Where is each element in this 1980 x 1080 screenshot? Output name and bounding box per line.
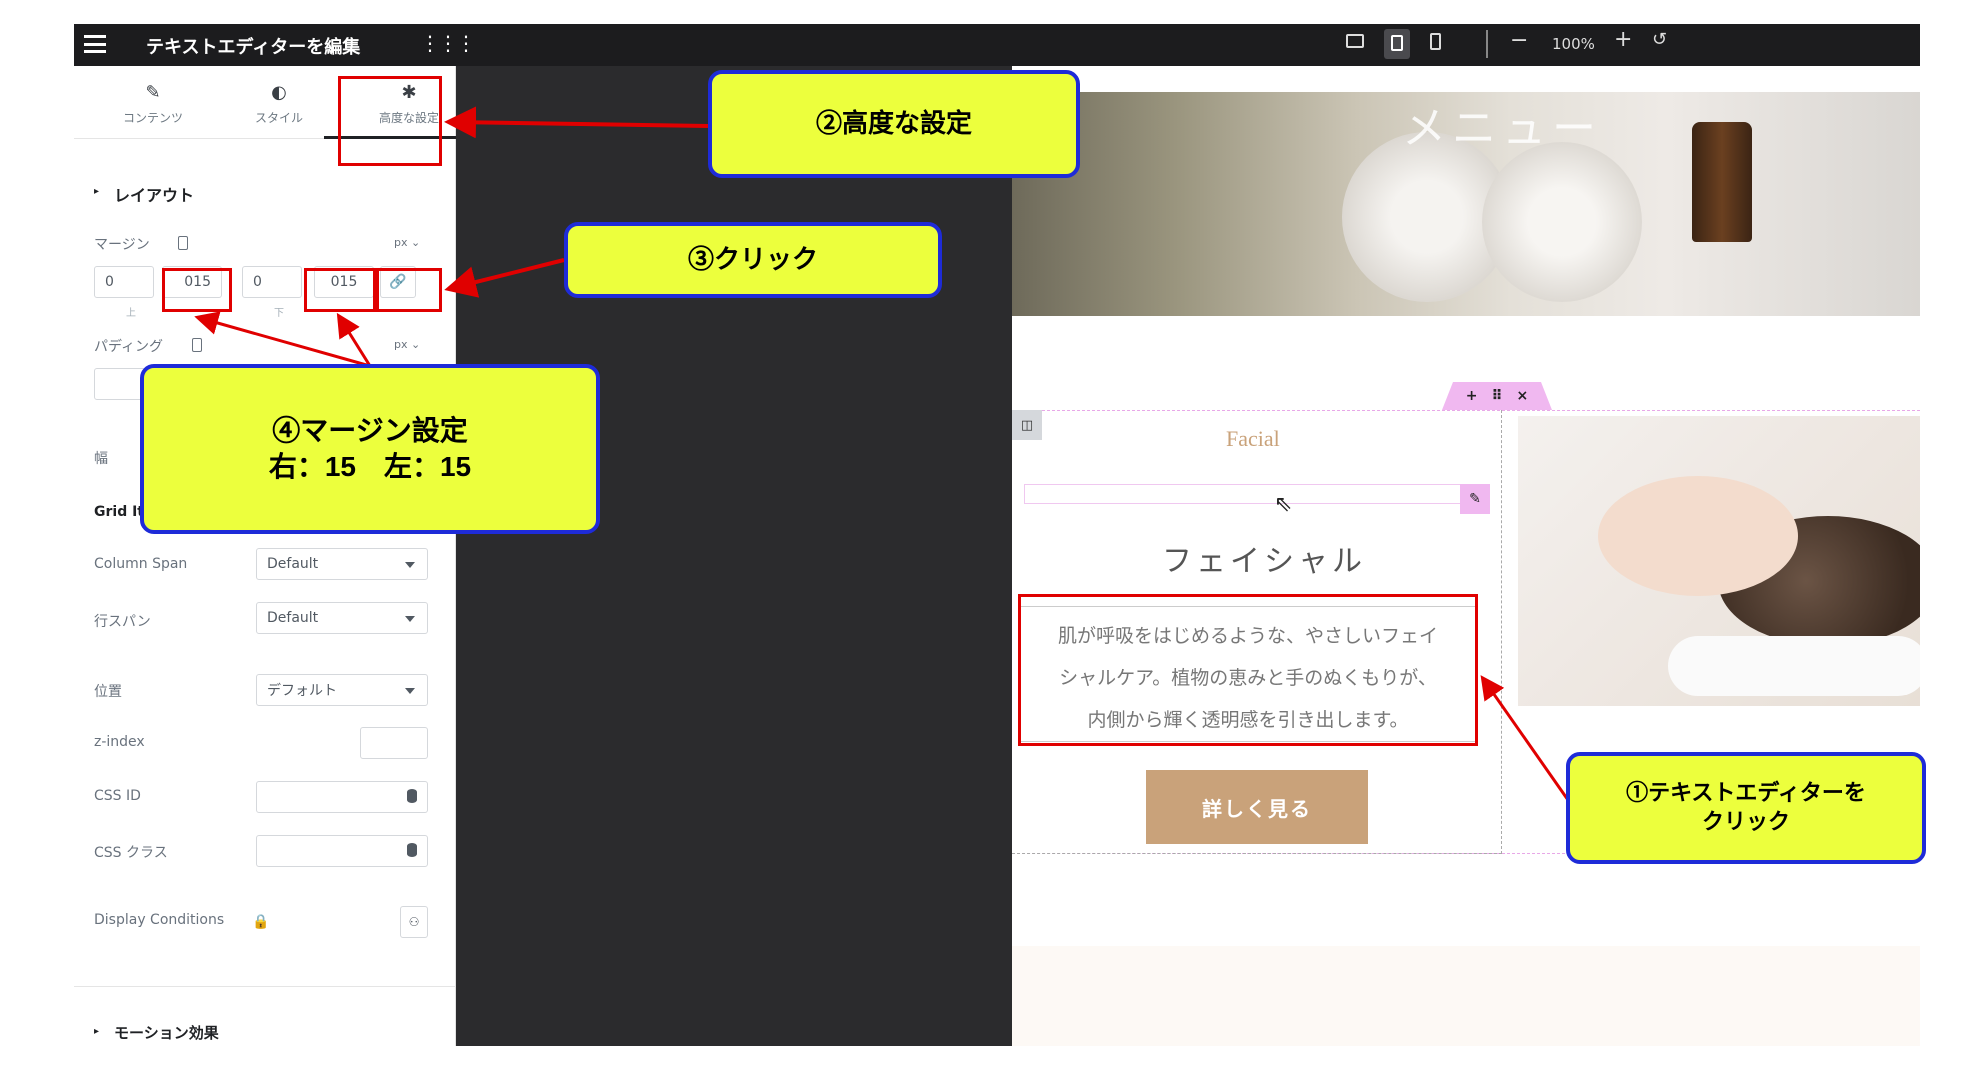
callout-margin-settings: ④マージン設定 右：15 左：15: [140, 364, 600, 534]
callout-click: ③クリック: [564, 222, 942, 298]
arrow-to-link-button: [444, 258, 565, 298]
callout-click-text-editor: ①テキストエディターを クリック: [1566, 752, 1926, 864]
screen: − 100% + ↺ テキストエディターを編集 ⋮⋮⋮ ✎ コンテンツ ◐ スタ…: [0, 0, 1980, 1080]
arrow-to-text-editor: [1480, 675, 1570, 801]
callout-advanced-settings: ②高度な設定: [708, 70, 1080, 178]
arrow-to-advanced-tab: [444, 106, 709, 139]
